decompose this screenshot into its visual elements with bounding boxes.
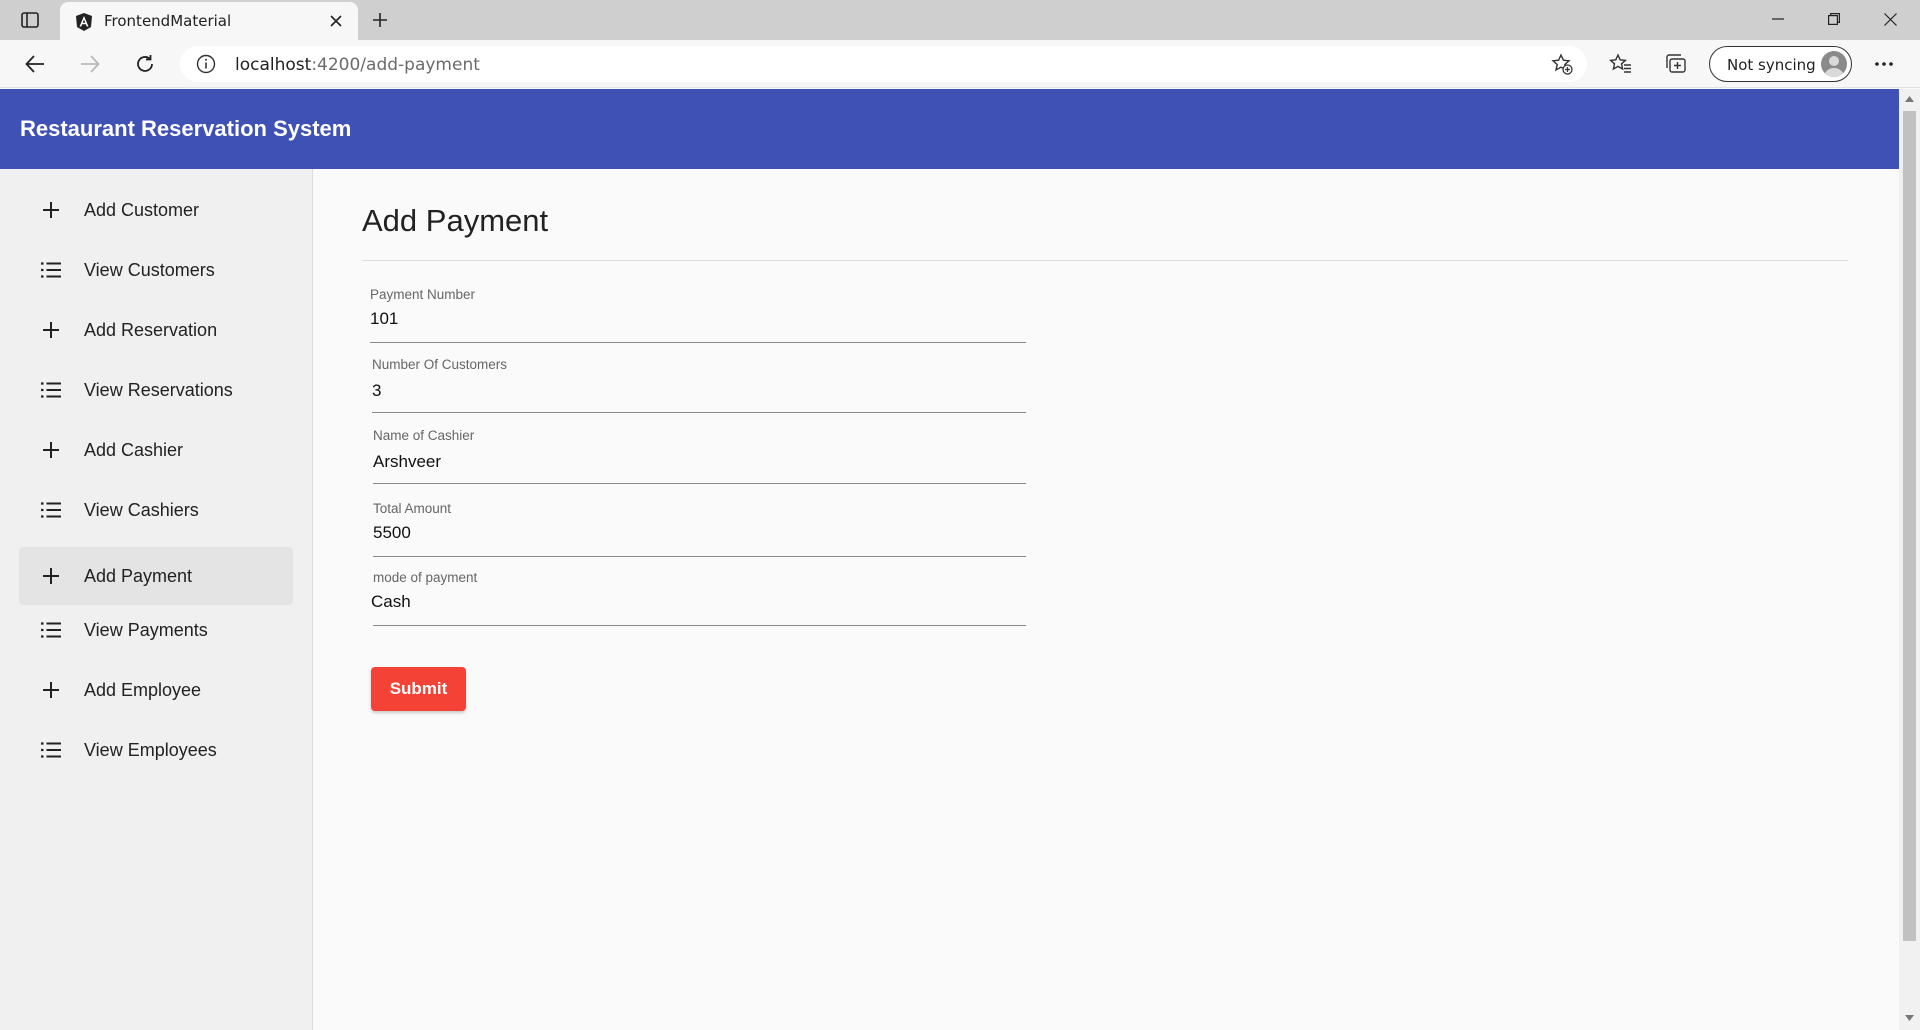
payment-number-field[interactable]: Payment Number	[370, 287, 1026, 343]
plus-icon	[43, 202, 59, 218]
tab-title: FrontendMaterial	[104, 12, 232, 30]
browser-tabstrip: FrontendMaterial	[0, 0, 1920, 40]
sidebar-item-add-customer[interactable]: Add Customer	[19, 181, 293, 239]
page-scrollbar[interactable]	[1899, 89, 1920, 1030]
sidebar-item-label: Add Employee	[84, 680, 202, 700]
payment-mode-input[interactable]	[371, 592, 1024, 612]
main-content: Add Payment Payment Number Number Of Cus…	[314, 169, 1899, 1030]
number-of-customers-input[interactable]	[372, 381, 1026, 401]
sidebar-item-label: View Cashiers	[84, 500, 199, 520]
collections-icon[interactable]	[1661, 50, 1691, 78]
sidebar-item-view-employees[interactable]: View Employees	[19, 721, 293, 779]
minimize-icon[interactable]	[1755, 4, 1801, 34]
sidebar-item-view-payments[interactable]: View Payments	[19, 601, 293, 659]
add-favorite-icon[interactable]	[1549, 52, 1575, 76]
sidebar-item-label: Add Reservation	[84, 320, 218, 340]
submit-button[interactable]: Submit	[371, 667, 466, 711]
new-tab-icon[interactable]	[367, 8, 393, 32]
refresh-icon[interactable]	[130, 50, 160, 78]
plus-icon	[43, 682, 59, 698]
sidebar-item-label: View Employees	[84, 740, 217, 760]
cashier-name-input[interactable]	[373, 452, 1026, 472]
forward-icon[interactable]	[75, 50, 105, 78]
scroll-up-icon[interactable]	[1904, 94, 1915, 104]
profile-sync-button[interactable]: Not syncing	[1709, 46, 1852, 82]
browser-toolbar: localhost:4200/add-payment Not syncing	[0, 40, 1920, 88]
sidebar-item-label: Add Payment	[84, 566, 193, 586]
field-label: mode of payment	[373, 570, 478, 585]
tab-actions-icon[interactable]	[14, 8, 46, 32]
list-icon	[41, 622, 61, 638]
field-label: Name of Cashier	[373, 428, 475, 443]
sidebar-item-label: View Payments	[84, 620, 208, 640]
list-icon	[41, 382, 61, 398]
sidebar-item-add-cashier[interactable]: Add Cashier	[19, 421, 293, 479]
field-label: Number Of Customers	[372, 357, 508, 372]
payment-mode-field[interactable]: mode of payment	[371, 570, 1026, 626]
sidebar-item-label: View Reservations	[84, 380, 233, 400]
list-icon	[41, 502, 61, 518]
restore-icon[interactable]	[1811, 4, 1857, 34]
sidebar-item-add-reservation[interactable]: Add Reservation	[19, 301, 293, 359]
list-icon	[41, 262, 61, 278]
sidebar: Add Customer View Customers Add Reservat…	[0, 169, 313, 1030]
page-title: Add Payment	[362, 203, 549, 238]
plus-icon	[43, 442, 59, 458]
field-label: Payment Number	[370, 287, 476, 302]
payment-number-input[interactable]	[370, 309, 1026, 329]
total-amount-field[interactable]: Total Amount	[373, 501, 1026, 557]
sidebar-item-add-payment[interactable]: Add Payment	[19, 547, 293, 605]
divider	[362, 260, 1848, 261]
sidebar-item-label: Add Customer	[84, 200, 200, 220]
favorites-icon[interactable]	[1606, 50, 1636, 78]
sidebar-item-label: View Customers	[84, 260, 215, 280]
site-info-icon[interactable]	[196, 54, 216, 74]
field-label: Total Amount	[373, 501, 452, 516]
avatar-icon	[1821, 51, 1847, 77]
scroll-down-icon[interactable]	[1904, 1013, 1915, 1023]
sidebar-item-label: Add Cashier	[84, 440, 184, 460]
sidebar-item-view-reservations[interactable]: View Reservations	[19, 361, 293, 419]
browser-tab-active[interactable]: FrontendMaterial	[60, 2, 358, 40]
scroll-thumb[interactable]	[1903, 111, 1916, 941]
more-options-icon[interactable]	[1869, 50, 1899, 78]
sidebar-item-add-employee[interactable]: Add Employee	[19, 661, 293, 719]
plus-icon	[43, 322, 59, 338]
sidebar-item-view-cashiers[interactable]: View Cashiers	[19, 481, 293, 539]
close-window-icon[interactable]	[1867, 4, 1913, 34]
angular-logo-icon	[74, 12, 94, 32]
sync-label: Not syncing	[1727, 56, 1816, 74]
app-title: Restaurant Reservation System	[20, 116, 352, 141]
cashier-name-field[interactable]: Name of Cashier	[373, 428, 1026, 484]
tab-close-icon[interactable]	[326, 11, 346, 31]
app-header: Restaurant Reservation System	[0, 89, 1899, 169]
total-amount-input[interactable]	[373, 523, 1026, 543]
back-icon[interactable]	[20, 50, 50, 78]
url-text: localhost:4200/add-payment	[235, 55, 480, 75]
sidebar-item-view-customers[interactable]: View Customers	[19, 241, 293, 299]
plus-icon	[43, 568, 59, 584]
list-icon	[41, 742, 61, 758]
address-bar[interactable]: localhost:4200/add-payment	[180, 46, 1587, 82]
number-of-customers-field[interactable]: Number Of Customers	[372, 357, 1026, 413]
